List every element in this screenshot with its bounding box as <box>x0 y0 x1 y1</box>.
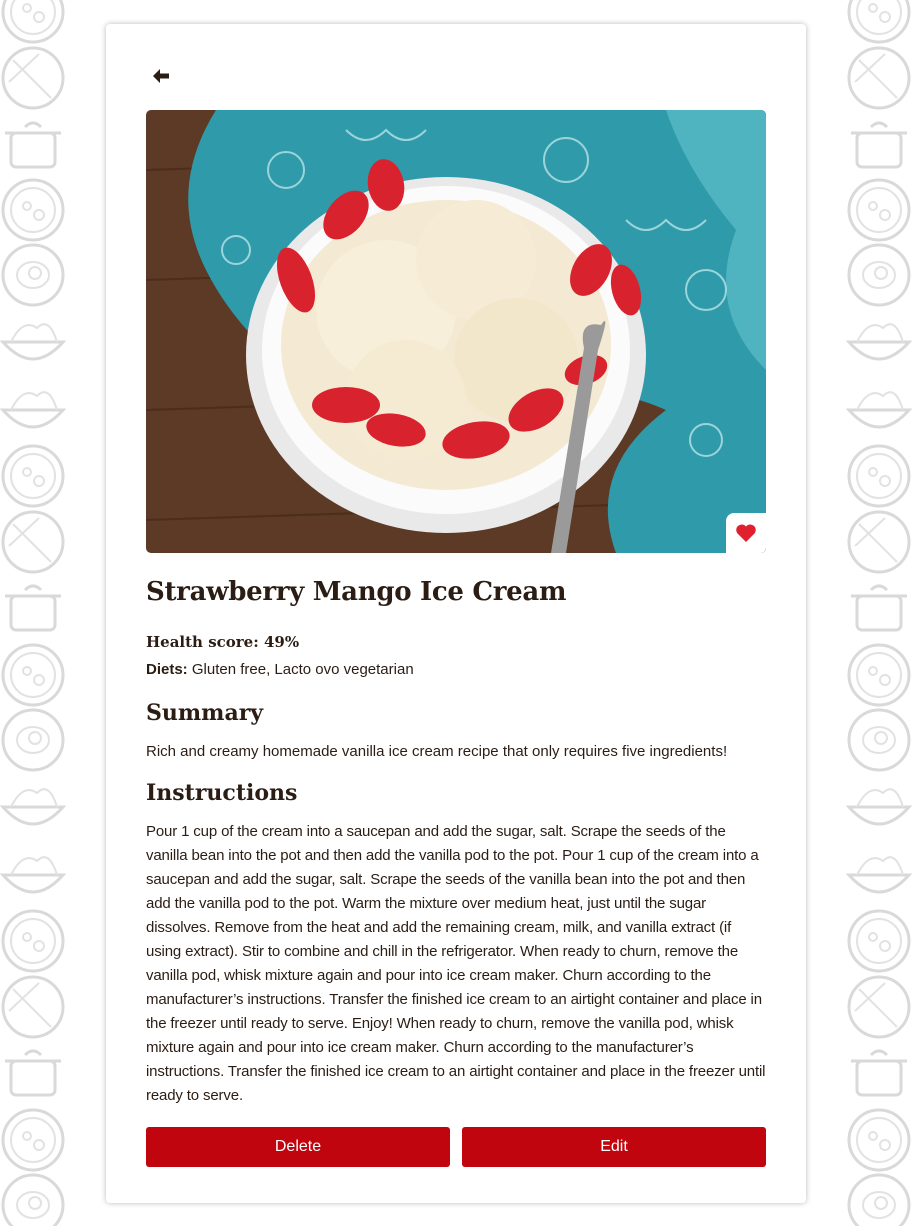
delete-button[interactable]: Delete <box>146 1127 450 1167</box>
diets-value: Gluten free, Lacto ovo vegetarian <box>191 661 414 678</box>
heart-icon <box>736 524 756 542</box>
recipe-detail-card: Strawberry Mango Ice Cream Health score:… <box>106 24 806 1203</box>
edit-button[interactable]: Edit <box>462 1127 766 1167</box>
back-button[interactable] <box>150 66 172 86</box>
recipe-image <box>146 110 766 553</box>
arrow-left-icon <box>153 69 169 83</box>
summary-text: Rich and creamy homemade vanilla ice cre… <box>146 743 728 760</box>
health-score: Health score: 49% <box>146 633 299 651</box>
recipe-title: Strawberry Mango Ice Cream <box>146 577 567 607</box>
diets: Diets: Gluten free, Lacto ovo vegetarian <box>146 661 414 678</box>
instructions-heading: Instructions <box>146 780 298 806</box>
favorite-button[interactable] <box>726 513 766 553</box>
diets-label: Diets: <box>146 661 188 678</box>
background-food-pattern-left <box>0 0 106 1226</box>
summary-heading: Summary <box>146 700 264 726</box>
instructions-text: Pour 1 cup of the cream into a saucepan … <box>146 823 766 1104</box>
health-score-label: Health score: <box>146 633 259 651</box>
health-score-value: 49% <box>264 633 300 651</box>
background-food-pattern-right <box>806 0 912 1226</box>
